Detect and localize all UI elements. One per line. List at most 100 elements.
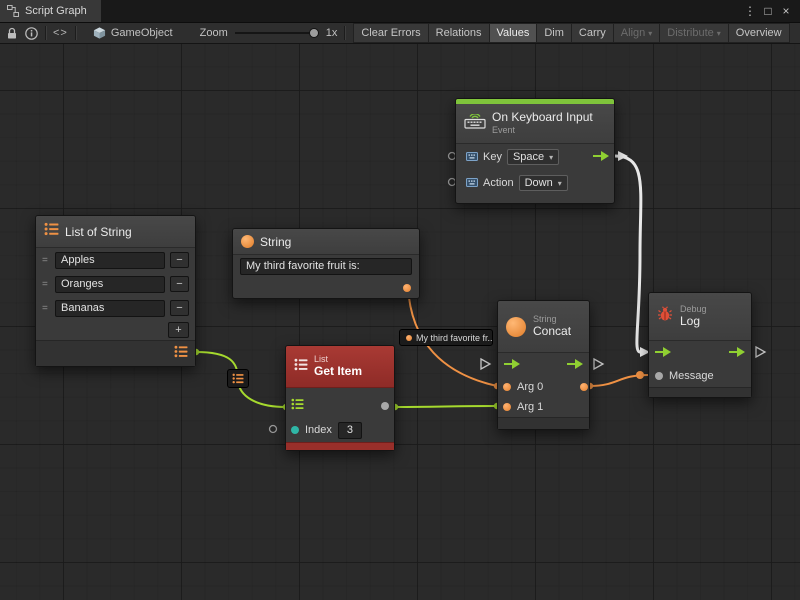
- key-type-icon: [466, 174, 478, 192]
- close-icon[interactable]: ×: [777, 1, 795, 21]
- script-graph-icon: [7, 5, 19, 17]
- message-label: Message: [669, 370, 714, 382]
- maximize-icon[interactable]: □: [759, 1, 777, 21]
- list-item-input[interactable]: Bananas: [55, 300, 165, 317]
- node-header[interactable]: Debug Log: [649, 293, 751, 341]
- chevron-down-icon: ▾: [648, 29, 652, 38]
- index-port-dot[interactable]: [291, 426, 299, 434]
- list-item-input[interactable]: Apples: [55, 252, 165, 269]
- arg1-label: Arg 1: [517, 401, 543, 413]
- align-button[interactable]: Align▾: [613, 23, 660, 43]
- string-literal-node[interactable]: String My third favorite fruit is:: [232, 228, 420, 299]
- wire-keyboard-to-log-flow[interactable]: [615, 156, 641, 352]
- index-label: Index: [305, 424, 332, 436]
- code-icon[interactable]: <>: [53, 27, 68, 39]
- node-header[interactable]: List Get Item: [286, 346, 394, 388]
- node-title: Get Item: [314, 365, 362, 379]
- graph-toolbar: <> GameObject Zoom 1x Clear Errors Relat…: [0, 22, 800, 44]
- node-footer: [649, 387, 751, 397]
- drag-handle-icon[interactable]: =: [42, 255, 50, 266]
- zoom-slider-track: [235, 32, 319, 34]
- flow-port-empty[interactable]: [481, 359, 490, 369]
- relations-button[interactable]: Relations: [428, 23, 490, 43]
- gameobject-target[interactable]: GameObject: [93, 26, 173, 40]
- flow-out-port[interactable]: [593, 148, 609, 166]
- action-label: Action: [483, 177, 514, 189]
- string-type-icon: [241, 235, 254, 248]
- remove-item-button[interactable]: −: [170, 300, 189, 316]
- node-footer: [498, 417, 589, 429]
- graph-canvas[interactable]: On Keyboard Input Event Key Space ▾ Acti…: [0, 44, 800, 600]
- clear-errors-button[interactable]: Clear Errors: [353, 23, 428, 43]
- overview-button[interactable]: Overview: [728, 23, 790, 43]
- string-value-input[interactable]: My third favorite fruit is:: [240, 258, 412, 275]
- drag-handle-icon[interactable]: =: [42, 279, 50, 290]
- arg1-input-port[interactable]: [503, 403, 511, 411]
- node-header[interactable]: List of String: [36, 216, 195, 248]
- action-dropdown[interactable]: Down ▾: [519, 175, 568, 191]
- remove-item-button[interactable]: −: [170, 252, 189, 268]
- key-label: Key: [483, 151, 502, 163]
- distribute-button[interactable]: Distribute▾: [659, 23, 728, 43]
- list-of-string-node[interactable]: List of String = Apples − = Oranges − = …: [35, 215, 196, 367]
- node-title: Concat: [533, 325, 571, 339]
- arg0-input-port[interactable]: [503, 383, 511, 391]
- string-output-port[interactable]: [403, 284, 411, 292]
- add-item-button[interactable]: +: [168, 322, 189, 338]
- chevron-down-icon: ▾: [558, 179, 562, 188]
- flow-port-empty[interactable]: [594, 359, 603, 369]
- wire-getitem-to-concat[interactable]: [395, 406, 497, 407]
- list-icon: [294, 358, 308, 376]
- list-input-port[interactable]: [291, 397, 304, 415]
- flow-out-port[interactable]: [729, 344, 745, 362]
- title-bar: Script Graph ⋮ □ ×: [0, 0, 800, 22]
- concat-node[interactable]: String Concat Arg 0 Arg 1: [497, 300, 590, 430]
- flow-in-port[interactable]: [504, 356, 520, 374]
- on-keyboard-input-node[interactable]: On Keyboard Input Event Key Space ▾ Acti…: [455, 98, 615, 204]
- info-icon[interactable]: [25, 27, 38, 40]
- carry-button[interactable]: Carry: [571, 23, 614, 43]
- node-subtitle: Event: [492, 125, 593, 135]
- message-input-port[interactable]: [655, 372, 663, 380]
- chevron-down-icon: ▾: [717, 29, 721, 38]
- bug-icon: [657, 306, 673, 327]
- toolbar-separator: [45, 26, 46, 40]
- zoom-slider[interactable]: [235, 27, 319, 39]
- flow-in-port[interactable]: [655, 344, 671, 362]
- node-header[interactable]: String Concat: [498, 301, 589, 353]
- toolbar-separator: [344, 26, 345, 40]
- flow-out-port[interactable]: [567, 356, 583, 374]
- tab-script-graph[interactable]: Script Graph: [0, 0, 101, 22]
- keyboard-icon: [464, 114, 486, 134]
- gameobject-label: GameObject: [111, 27, 173, 39]
- toolbar-buttons: Clear Errors Relations Values Dim Carry …: [354, 23, 789, 43]
- drag-handle-icon[interactable]: =: [42, 303, 50, 314]
- node-title: List of String: [65, 225, 132, 239]
- chevron-down-icon: ▾: [549, 153, 553, 162]
- values-button[interactable]: Values: [489, 23, 538, 43]
- item-output-port[interactable]: [381, 402, 389, 410]
- window-menu-icon[interactable]: ⋮: [741, 1, 759, 21]
- flow-port-empty[interactable]: [756, 347, 765, 357]
- result-output-port[interactable]: [580, 383, 588, 391]
- wire-list-badge: [227, 369, 249, 388]
- remove-item-button[interactable]: −: [170, 276, 189, 292]
- get-item-node[interactable]: List Get Item Index 3: [285, 345, 395, 451]
- lock-icon[interactable]: [6, 27, 18, 40]
- zoom-label: Zoom: [200, 27, 228, 39]
- node-header[interactable]: String: [233, 229, 419, 255]
- list-output-port[interactable]: [174, 345, 188, 363]
- node-header[interactable]: On Keyboard Input Event: [456, 104, 614, 144]
- list-item-input[interactable]: Oranges: [55, 276, 165, 293]
- dim-button[interactable]: Dim: [536, 23, 572, 43]
- zoom-slider-handle[interactable]: [309, 28, 319, 38]
- string-type-icon: [506, 317, 526, 337]
- key-dropdown[interactable]: Space ▾: [507, 149, 559, 165]
- gameobject-cube-icon: [93, 26, 106, 40]
- debug-log-node[interactable]: Debug Log Message: [648, 292, 752, 398]
- index-input-port[interactable]: [270, 426, 277, 433]
- node-title: String: [260, 235, 291, 249]
- index-input[interactable]: 3: [338, 422, 362, 439]
- key-type-icon: [466, 148, 478, 166]
- string-type-dot: [406, 335, 412, 341]
